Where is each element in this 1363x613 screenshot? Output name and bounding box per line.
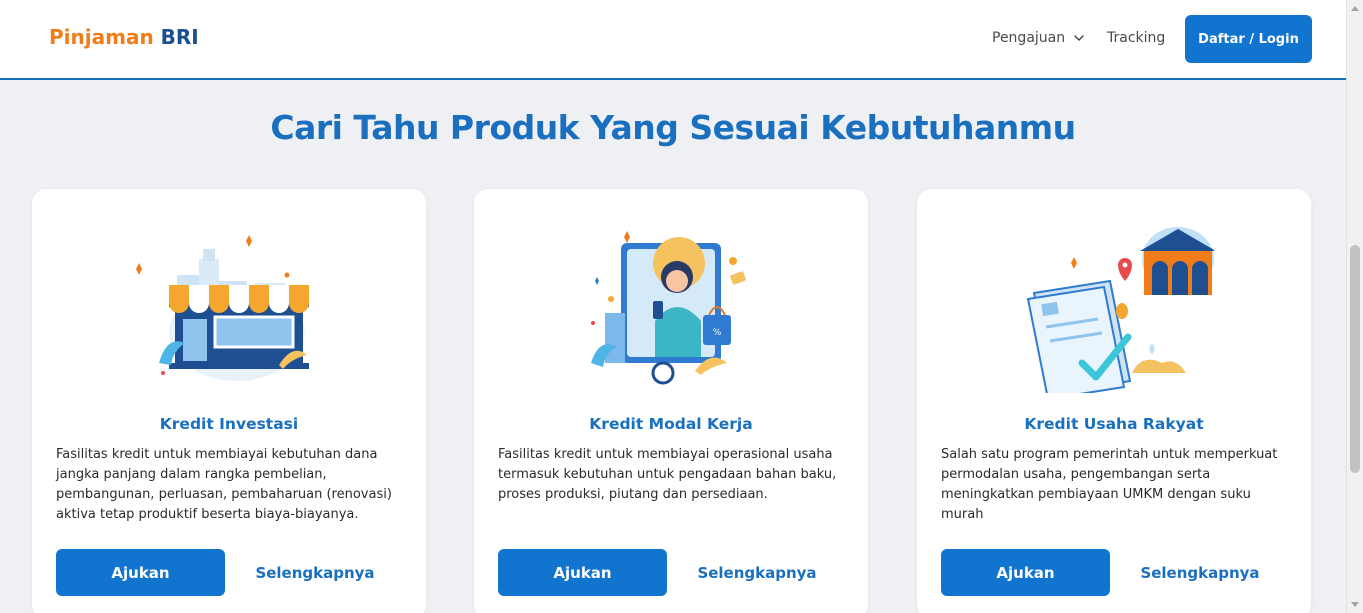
logo-text-pinjaman: Pinjaman: [49, 25, 154, 49]
chevron-down-icon: [1074, 35, 1084, 41]
daftar-login-button[interactable]: Daftar / Login: [1185, 15, 1312, 63]
ajukan-button[interactable]: Ajukan: [498, 549, 667, 596]
selengkapnya-link[interactable]: Selengkapnya: [667, 549, 847, 596]
scroll-down-arrow-icon[interactable]: [1351, 602, 1359, 607]
product-card-kredit-usaha-rakyat: Kredit Usaha Rakyat Salah satu program p…: [917, 189, 1311, 613]
card-title: Kredit Investasi: [159, 415, 299, 433]
shopper-illustration: %: [591, 231, 746, 385]
card-title: Kredit Usaha Rakyat: [1024, 415, 1204, 433]
card-description: Salah satu program pemerintah untuk memp…: [941, 447, 1278, 522]
logo-text-bri: BRI: [153, 25, 199, 49]
bank-document-illustration: [1026, 227, 1214, 393]
selengkapnya-link[interactable]: Selengkapnya: [225, 549, 405, 596]
product-card-kredit-modal-kerja: % Kredit Modal Kerja Fasilitas kredit un…: [474, 189, 868, 613]
nav-pengajuan-label: Pengajuan: [992, 30, 1066, 46]
svg-text:%: %: [713, 328, 722, 338]
card-title: Kredit Modal Kerja: [589, 415, 753, 433]
scrollbar-thumb[interactable]: [1350, 245, 1360, 473]
nav-pengajuan-dropdown[interactable]: Pengajuan: [992, 30, 1085, 46]
page-scrollbar[interactable]: [1346, 0, 1363, 613]
brand-logo[interactable]: Pinjaman BRI: [49, 25, 199, 49]
nav-tracking-link[interactable]: Tracking: [1107, 30, 1165, 46]
ajukan-button[interactable]: Ajukan: [56, 549, 225, 596]
card-description: Fasilitas kredit untuk membiayai kebutuh…: [56, 447, 392, 522]
scroll-up-arrow-icon[interactable]: [1351, 6, 1359, 11]
product-card-kredit-investasi: Kredit Investasi Fasilitas kredit untuk …: [32, 189, 426, 613]
card-description: Fasilitas kredit untuk membiayai operasi…: [498, 447, 837, 502]
shop-illustration: [136, 235, 309, 381]
top-navbar: Pinjaman BRI Pengajuan Tracking Daftar /…: [0, 0, 1346, 80]
page-title: Cari Tahu Produk Yang Sesuai Kebutuhanmu: [270, 108, 1076, 147]
selengkapnya-link[interactable]: Selengkapnya: [1110, 549, 1290, 596]
ajukan-button[interactable]: Ajukan: [941, 549, 1110, 596]
